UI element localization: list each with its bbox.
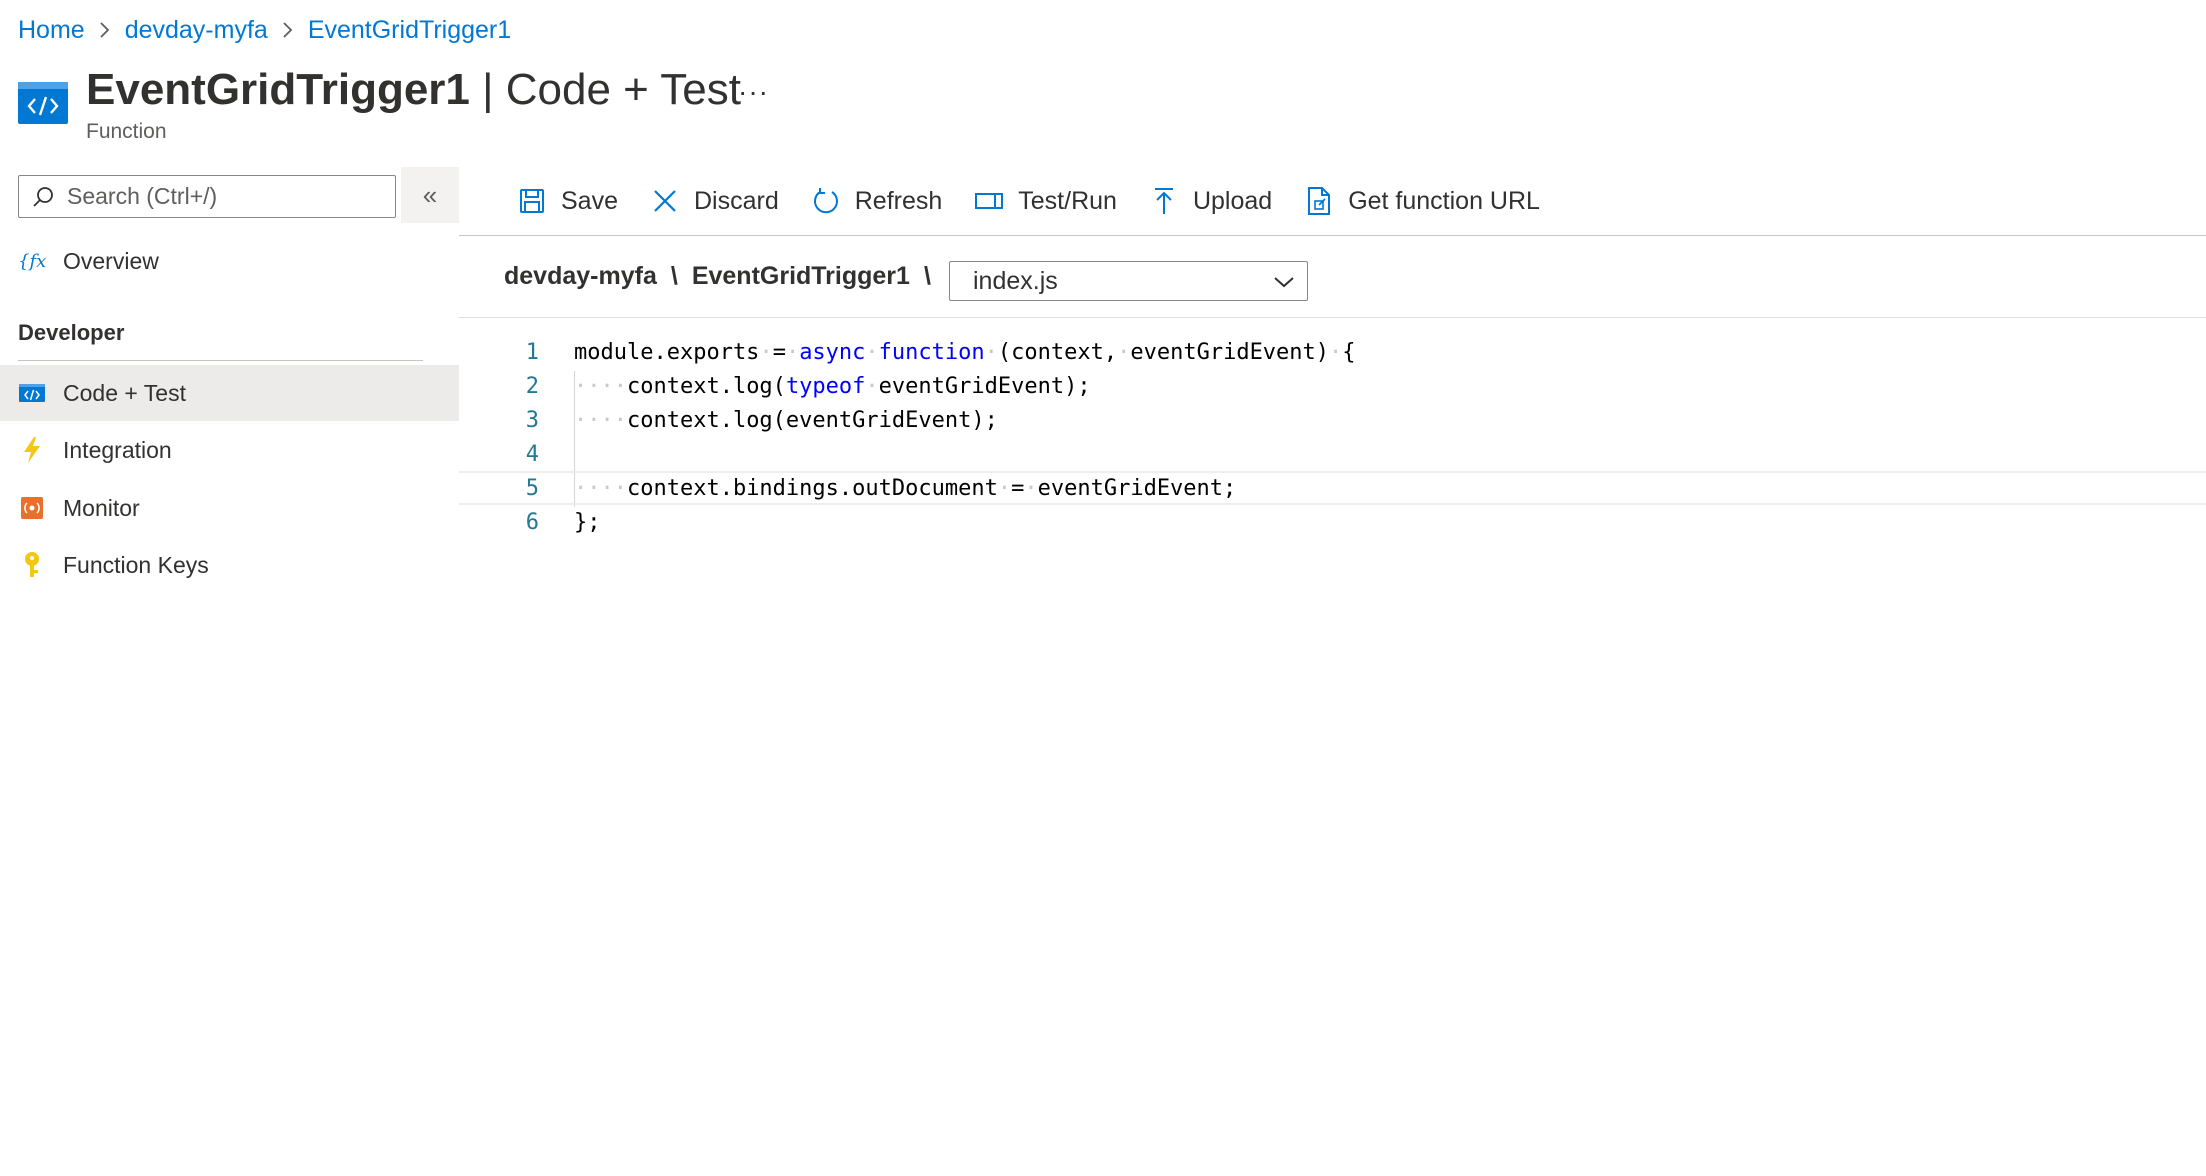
path-app: devday-myfa <box>504 262 657 290</box>
sidebar-item-overview[interactable]: {fx} Overview <box>0 233 459 289</box>
get-function-url-button[interactable]: Get function URL <box>1304 186 1540 216</box>
function-fx-icon: {fx} <box>18 247 46 275</box>
command-toolbar: Save Discard Refresh Test/Run Upload Get… <box>459 170 1540 232</box>
chevron-right-icon <box>85 20 125 40</box>
code-line[interactable]: 2 ····context.log(typeof·eventGridEvent)… <box>459 369 2206 403</box>
code-text: ····context.log(typeof·eventGridEvent); <box>574 373 1091 399</box>
breadcrumb-home[interactable]: Home <box>18 16 85 45</box>
svg-text:{fx}: {fx} <box>18 251 46 272</box>
page-subtitle: Function <box>86 120 167 143</box>
code-text: module.exports·=·async·function·(context… <box>574 339 1356 365</box>
code-line[interactable]: 6 }; <box>459 505 2206 539</box>
upload-label: Upload <box>1192 186 1273 215</box>
breadcrumb-app[interactable]: devday-myfa <box>125 16 268 45</box>
code-editor[interactable]: 1 module.exports·=·async·function·(conte… <box>459 335 2206 555</box>
test-panel-icon <box>974 186 1004 216</box>
search-input[interactable]: Search (Ctrl+/) <box>18 175 396 218</box>
chevron-down-icon <box>1273 267 1295 296</box>
save-icon <box>517 186 547 216</box>
breadcrumb: Home devday-myfa EventGridTrigger1 <box>18 12 511 48</box>
line-number: 1 <box>525 339 539 365</box>
page-title-function: EventGridTrigger1 <box>86 65 470 114</box>
divider <box>459 317 2206 318</box>
collapse-sidebar-button[interactable]: « <box>401 167 459 223</box>
upload-button[interactable]: Upload <box>1149 186 1272 216</box>
sidebar-item-label: Integration <box>63 436 172 463</box>
code-text: }; <box>574 509 601 535</box>
section-heading-developer: Developer <box>18 320 125 345</box>
page-title-section: | Code + Test <box>469 65 742 114</box>
line-number: 5 <box>525 475 539 501</box>
close-icon <box>650 186 680 216</box>
code-icon <box>18 379 46 407</box>
more-options-button[interactable]: ··· <box>738 76 769 108</box>
path-function: EventGridTrigger1 <box>691 262 910 290</box>
discard-button[interactable]: Discard <box>650 186 779 216</box>
page-title: EventGridTrigger1 | Code + Test <box>86 64 741 116</box>
code-text: ····context.log(eventGridEvent); <box>574 407 998 433</box>
discard-label: Discard <box>693 186 779 215</box>
refresh-button[interactable]: Refresh <box>811 186 943 216</box>
chevron-right-icon <box>268 20 308 40</box>
lightning-icon <box>18 436 46 464</box>
test-run-label: Test/Run <box>1018 186 1117 215</box>
line-number: 2 <box>525 373 539 399</box>
sidebar-item-label: Code + Test <box>63 379 186 406</box>
line-number: 6 <box>525 509 539 535</box>
breadcrumb-function[interactable]: EventGridTrigger1 <box>308 16 511 45</box>
path-separator: \ <box>923 262 931 290</box>
get-function-url-label: Get function URL <box>1348 186 1540 215</box>
test-run-button[interactable]: Test/Run <box>974 186 1117 216</box>
function-code-icon <box>18 82 68 124</box>
line-number: 3 <box>525 407 539 433</box>
sidebar-item-function-keys[interactable]: Function Keys <box>0 537 459 593</box>
refresh-icon <box>811 186 841 216</box>
double-chevron-left-icon: « <box>422 179 438 210</box>
divider <box>459 235 2206 236</box>
sidebar-item-code-test[interactable]: Code + Test <box>0 365 459 421</box>
divider <box>18 360 423 361</box>
code-line[interactable]: 1 module.exports·=·async·function·(conte… <box>459 335 2206 369</box>
code-line-current[interactable]: 5 ····context.bindings.outDocument·=·eve… <box>459 471 2206 505</box>
save-label: Save <box>561 186 618 215</box>
file-dropdown[interactable]: index.js <box>949 261 1308 301</box>
sidebar-item-label: Overview <box>63 247 159 274</box>
file-path: devday-myfa \ EventGridTrigger1 \ <box>504 262 945 291</box>
code-line[interactable]: 3 ····context.log(eventGridEvent); <box>459 403 2206 437</box>
search-icon <box>31 185 55 209</box>
path-separator: \ <box>670 262 678 290</box>
code-text: ····context.bindings.outDocument·=·event… <box>574 475 1237 501</box>
monitor-icon <box>18 494 46 522</box>
link-document-icon <box>1304 186 1334 216</box>
search-placeholder: Search (Ctrl+/) <box>67 183 218 209</box>
sidebar-item-label: Monitor <box>63 494 140 521</box>
file-dropdown-value: index.js <box>973 266 1058 295</box>
line-number: 4 <box>525 441 539 467</box>
sidebar-item-label: Function Keys <box>63 551 209 578</box>
sidebar-item-monitor[interactable]: Monitor <box>0 480 459 536</box>
sidebar-item-integration[interactable]: Integration <box>0 422 459 478</box>
code-line[interactable]: 4 <box>459 437 2206 471</box>
save-button[interactable]: Save <box>517 186 618 216</box>
key-icon <box>18 551 46 579</box>
refresh-label: Refresh <box>854 186 943 215</box>
upload-icon <box>1149 186 1179 216</box>
